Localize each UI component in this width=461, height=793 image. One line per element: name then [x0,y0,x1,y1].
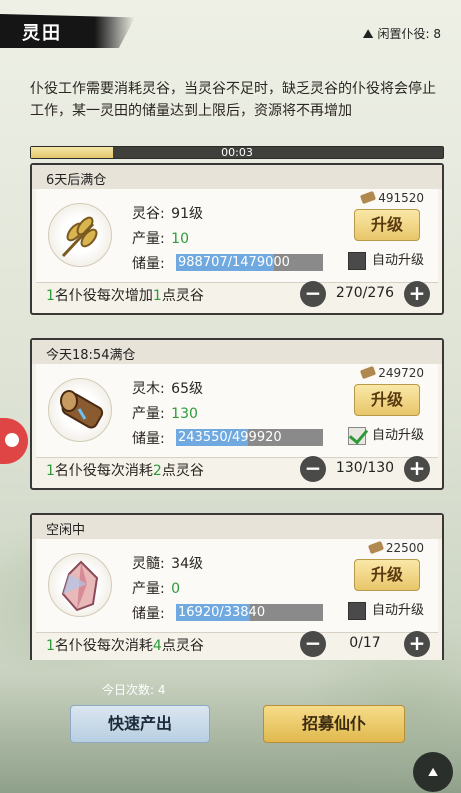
storage-bar: 16920/33840 [176,604,323,621]
servant-count: 130/130 [335,460,395,476]
storage-value: 243550/499920 [178,430,282,445]
wood-icon [48,378,112,442]
auto-upgrade-checkbox[interactable] [347,601,366,620]
servant-stepper: − 270/276 + [300,281,430,307]
storage-bar: 988707/1479000 [176,254,323,271]
description-text: 仆役工作需要消耗灵谷，当灵谷不足时，缺乏灵谷的仆役将会停止工作，某一灵田的储量达… [30,81,436,119]
field-body: 灵谷: 91级 产量: 10 储量: 988707/1479000 491520… [36,189,438,283]
timer-text: 00:03 [221,146,253,159]
field-status: 空闲中 [32,515,442,539]
quick-produce-button[interactable]: 快速产出 [70,705,210,743]
servant-stepper: − 0/17 + [300,631,430,657]
idle-servants: ⛰ 闲置仆役: 8 [362,27,441,42]
wood-cost-icon [360,365,377,380]
field-body: 灵木: 65级 产量: 130 储量: 243550/499920 249720… [36,364,438,458]
upgrade-cost: 249720 [360,365,424,380]
field-storage-label: 储量: [132,606,165,622]
servant-rule: 1名仆役每次消耗2点灵谷 [46,463,204,479]
minus-button[interactable]: − [300,281,326,307]
wood-cost-icon [360,190,377,205]
plus-button[interactable]: + [404,631,430,657]
field-output: 产量: 10 [132,231,189,247]
plus-button[interactable]: + [404,281,430,307]
upgrade-button[interactable]: 升级 [354,209,420,241]
field-storage-label: 储量: [132,256,165,272]
field-card: 6天后满仓 灵谷: 91级 产量: 10 储量: 988707/1479000 … [30,163,444,315]
storage-value: 988707/1479000 [178,255,290,270]
plus-button[interactable]: + [404,456,430,482]
minus-button[interactable]: − [300,631,326,657]
grain-icon [48,203,112,267]
upgrade-cost: 22500 [367,540,424,555]
field-card: 今天18:54满仓 灵木: 65级 产量: 130 储量: 243550/499… [30,338,444,490]
auto-upgrade-toggle[interactable]: 自动升级 [347,249,424,270]
upgrade-cost: 491520 [360,190,424,205]
top-bar: 灵田 ⛰ 闲置仆役: 8 [0,0,461,56]
field-level: 灵谷: 91级 [132,206,203,222]
field-output: 产量: 130 [132,406,198,422]
storage-bar: 243550/499920 [176,429,323,446]
field-storage-label: 储量: [132,431,165,447]
field-status: 6天后满仓 [32,165,442,189]
auto-upgrade-toggle[interactable]: 自动升级 [347,599,424,620]
storage-value: 16920/33840 [178,605,266,620]
field-body: 灵髓: 34级 产量: 0 储量: 16920/33840 22500 升级 自… [36,539,438,633]
auto-upgrade-checkbox[interactable] [347,426,366,445]
today-count: 今日次数: 4 [102,683,166,697]
side-menu-tab[interactable] [0,418,28,464]
field-card: 空闲中 灵髓: 34级 产量: 0 储量: 16920/33840 22500 … [30,513,444,660]
field-output: 产量: 0 [132,581,181,597]
servant-stepper: − 130/130 + [300,456,430,482]
field-list[interactable]: 6天后满仓 灵谷: 91级 产量: 10 储量: 988707/1479000 … [30,163,444,660]
corner-menu-icon[interactable]: ⛰ [413,752,453,792]
field-level: 灵木: 65级 [132,381,203,397]
servant-rule: 1名仆役每次消耗4点灵谷 [46,638,204,654]
field-status: 今天18:54满仓 [32,340,442,364]
wood-cost-icon [367,540,384,555]
page-title: 灵田 [22,23,62,44]
minus-button[interactable]: − [300,456,326,482]
auto-upgrade-toggle[interactable]: 自动升级 [347,424,424,445]
servant-count: 270/276 [335,285,395,301]
servant-count: 0/17 [349,635,381,651]
crystal-icon [48,553,112,617]
upgrade-button[interactable]: 升级 [354,384,420,416]
title-band [0,14,135,48]
recruit-servant-button[interactable]: 招募仙仆 [263,705,405,743]
timer-bar: 00:03 [30,146,444,159]
auto-upgrade-checkbox[interactable] [347,251,366,270]
upgrade-button[interactable]: 升级 [354,559,420,591]
servant-icon: ⛰ [362,27,374,42]
field-level: 灵髓: 34级 [132,556,203,572]
servant-rule: 1名仆役每次增加1点灵谷 [46,288,204,304]
